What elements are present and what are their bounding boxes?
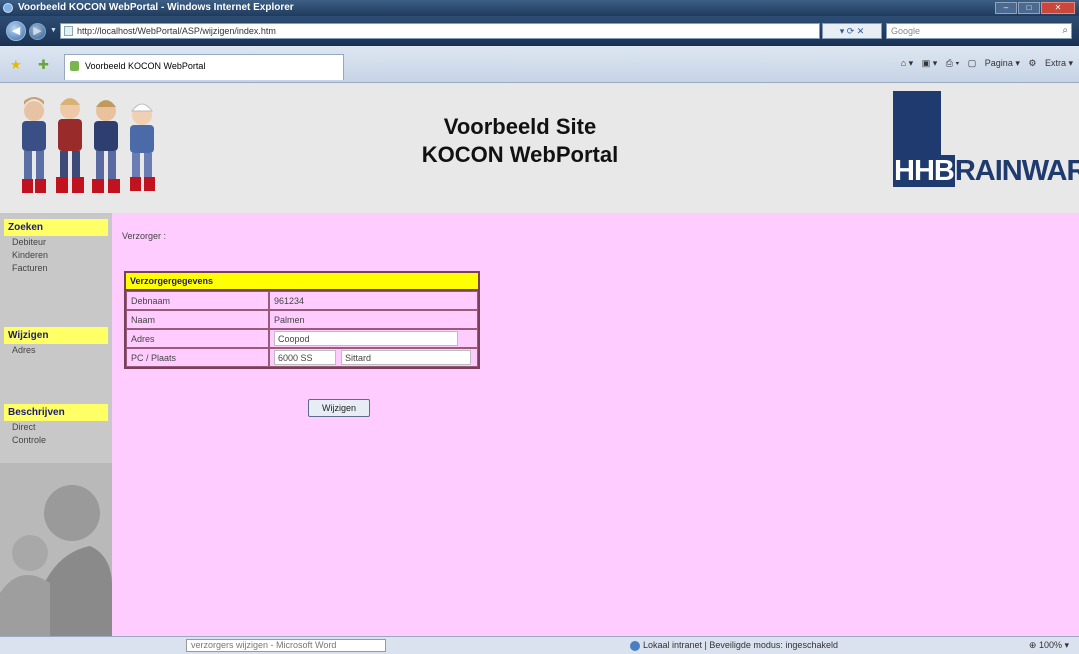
- home-icon[interactable]: ⌂ ▾: [901, 58, 913, 68]
- security-zone-text: Lokaal intranet | Beveiligde modus: inge…: [643, 640, 838, 650]
- address-toolbar: ◀ ▶ ▼ http://localhost/WebPortal/ASP/wij…: [0, 16, 1079, 46]
- forward-button[interactable]: ▶: [29, 23, 46, 40]
- minimize-button[interactable]: –: [995, 2, 1017, 14]
- sidebar-item-facturen[interactable]: Facturen: [4, 262, 108, 275]
- maximize-button[interactable]: □: [1018, 2, 1040, 14]
- tab-label: Voorbeeld KOCON WebPortal: [85, 61, 206, 71]
- debnaam-value: 961234: [269, 291, 478, 310]
- web-page: Voorbeeld Site KOCON WebPortal HHBRAINWA…: [0, 83, 1079, 636]
- sidebar-section-title: Wijzigen: [4, 327, 108, 344]
- verzorger-form-table: Verzorgergegevens Debnaam 961234 Naam Pa…: [124, 271, 480, 369]
- form-header-row: Verzorgergegevens: [126, 273, 478, 291]
- sidebar-section-title: Zoeken: [4, 219, 108, 236]
- security-zone: Lokaal intranet | Beveiligde modus: inge…: [630, 639, 838, 652]
- refresh-stop-buttons[interactable]: ▾ ⟳ ✕: [822, 23, 882, 39]
- logo-text: HHBRAINWARE: [893, 155, 1079, 187]
- command-bar: ⌂ ▾ ▣ ▾ ⎙ ▾ ▢ Pagina ▾ ⚙ Extra ▾: [895, 58, 1073, 69]
- status-bar: verzorgers wijzigen - Microsoft Word Lok…: [0, 636, 1079, 654]
- pc-plaats-label: PC / Plaats: [126, 348, 269, 367]
- table-row: Naam Palmen: [126, 310, 478, 329]
- wijzigen-button[interactable]: Wijzigen: [308, 399, 370, 417]
- page-icon: [64, 26, 73, 36]
- recent-pages-dropdown-icon[interactable]: ▼: [50, 27, 57, 34]
- window-controls: – □ ✕: [994, 2, 1075, 14]
- content-area: Verzorger : Verzorgergegevens Debnaam 96…: [112, 213, 1079, 636]
- zoom-control[interactable]: ⊕ 100% ▾: [1029, 639, 1069, 652]
- sidebar-section-title: Beschrijven: [4, 404, 108, 421]
- page-title-line1: Voorbeeld Site: [443, 114, 597, 139]
- postcode-field[interactable]: 6000 SS: [274, 350, 336, 365]
- taskbar-word-button[interactable]: verzorgers wijzigen - Microsoft Word: [186, 639, 386, 652]
- plaats-field[interactable]: Sittard: [341, 350, 471, 365]
- adres-label: Adres: [126, 329, 269, 348]
- form-header: Verzorgergegevens: [126, 273, 478, 291]
- add-favorite-icon[interactable]: ✚: [38, 57, 49, 73]
- close-button[interactable]: ✕: [1041, 2, 1075, 14]
- feeds-icon[interactable]: ▣ ▾: [922, 58, 938, 68]
- address-text: http://localhost/WebPortal/ASP/wijzigen/…: [77, 26, 276, 36]
- tab-toolbar: ★ ✚ Voorbeeld KOCON WebPortal ⌂ ▾ ▣ ▾ ⎙ …: [0, 46, 1079, 83]
- sidebar-section-beschrijven: Beschrijven Direct Controle: [4, 404, 108, 447]
- zoom-level: 100%: [1038, 640, 1062, 650]
- sidebar-item-debiteur[interactable]: Debiteur: [4, 236, 108, 249]
- adres-field[interactable]: Coopod: [274, 331, 458, 346]
- search-icon[interactable]: ⌕: [1062, 24, 1068, 38]
- print-icon[interactable]: ⎙ ▾: [946, 58, 959, 68]
- sidebar-item-direct[interactable]: Direct: [4, 421, 108, 434]
- sidebar-item-kinderen[interactable]: Kinderen: [4, 249, 108, 262]
- sidebar-child-photo: [0, 463, 112, 636]
- table-row: PC / Plaats 6000 SS Sittard: [126, 348, 478, 367]
- table-row: Debnaam 961234: [126, 291, 478, 310]
- page-title-line2: KOCON WebPortal: [421, 142, 619, 167]
- address-input[interactable]: http://localhost/WebPortal/ASP/wijzigen/…: [60, 23, 820, 39]
- naam-value: Palmen: [269, 310, 478, 329]
- sidebar: Zoeken Debiteur Kinderen Facturen Wijzig…: [0, 213, 112, 636]
- sidebar-section-zoeken: Zoeken Debiteur Kinderen Facturen: [4, 219, 108, 275]
- search-input[interactable]: Google ⌕: [886, 23, 1072, 39]
- hhb-brainware-logo: HHBRAINWARE: [893, 91, 1079, 191]
- naam-label: Naam: [126, 310, 269, 329]
- children-photo: [22, 97, 155, 193]
- window-titlebar: Voorbeeld KOCON WebPortal - Windows Inte…: [0, 0, 1079, 16]
- back-button[interactable]: ◀: [6, 21, 26, 41]
- globe-icon: [630, 640, 640, 651]
- internet-explorer-icon: [3, 3, 13, 13]
- sidebar-item-adres[interactable]: Adres: [4, 344, 108, 357]
- site-header: Voorbeeld Site KOCON WebPortal HHBRAINWA…: [0, 83, 1079, 213]
- debnaam-label: Debnaam: [126, 291, 269, 310]
- window-title: Voorbeeld KOCON WebPortal - Windows Inte…: [18, 2, 294, 13]
- search-placeholder: Google: [891, 26, 921, 36]
- table-row: Adres Coopod: [126, 329, 478, 348]
- page-title: Voorbeeld Site KOCON WebPortal: [330, 113, 710, 169]
- sidebar-section-wijzigen: Wijzigen Adres: [4, 327, 108, 357]
- tab-kocon-webportal[interactable]: Voorbeeld KOCON WebPortal: [64, 54, 344, 80]
- page-menu-button[interactable]: ▢ Pagina ▾: [968, 58, 1020, 68]
- tools-menu-button[interactable]: ⚙ Extra ▾: [1028, 58, 1073, 68]
- verzorger-label: Verzorger :: [122, 231, 167, 241]
- sidebar-item-controle[interactable]: Controle: [4, 434, 108, 447]
- favorites-star-icon[interactable]: ★: [10, 57, 22, 73]
- tab-page-icon: [70, 61, 79, 71]
